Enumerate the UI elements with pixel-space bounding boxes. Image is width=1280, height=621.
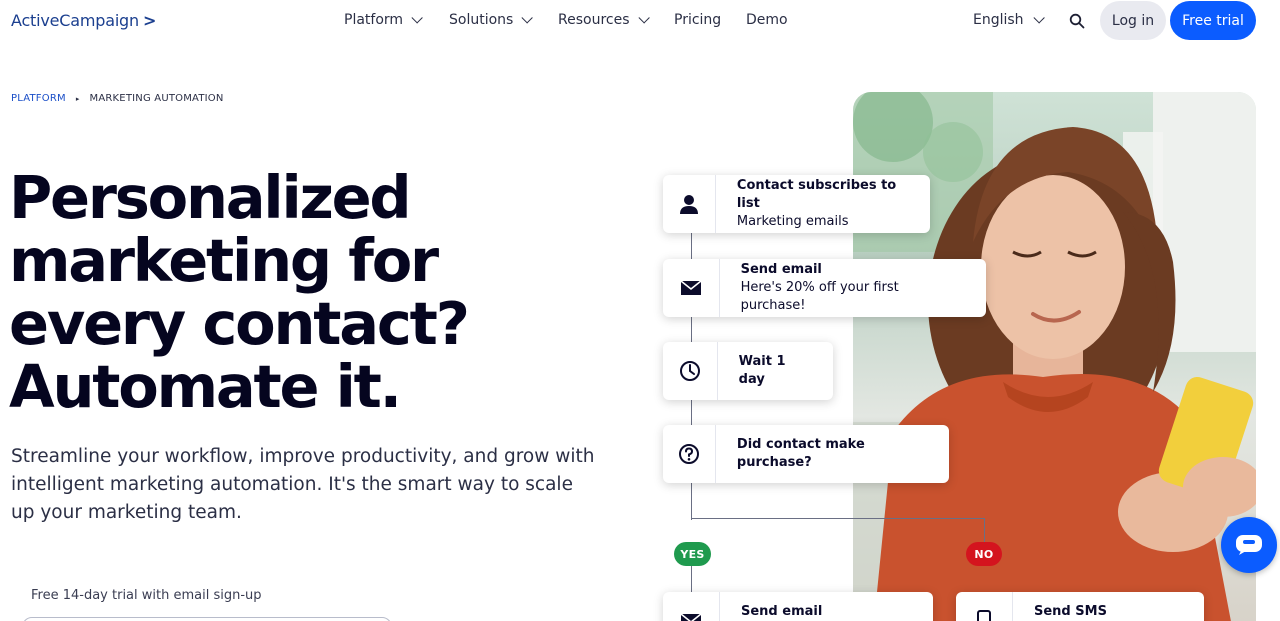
login-button[interactable]: Log in	[1100, 1, 1166, 40]
hero-subtitle: Streamline your workflow, improve produc…	[11, 446, 595, 523]
workflow-card-title: Wait 1 day	[738, 354, 786, 387]
woman-with-phone-illustration	[853, 92, 1256, 621]
workflow-card-title: Send email	[740, 262, 822, 277]
nav-solutions[interactable]: Solutions	[449, 12, 534, 28]
workflow-branch-line	[691, 518, 985, 519]
person-icon	[663, 175, 716, 233]
workflow-card-condition: Did contact make purchase?	[663, 425, 949, 483]
workflow-card-send-email: Send email Here's 20% off your first pur…	[663, 259, 986, 317]
workflow-card-send-sms: Send SMS	[956, 592, 1204, 621]
chevron-down-icon	[1033, 12, 1045, 24]
workflow-card-title: Send SMS	[1034, 604, 1107, 619]
nav-resources[interactable]: Resources	[558, 12, 650, 28]
hero-title: Personalized marketing for every contact…	[9, 163, 470, 421]
nav-demo[interactable]: Demo	[746, 12, 788, 28]
workflow-card-subscribe: Contact subscribes to list Marketing ema…	[663, 175, 930, 233]
envelope-icon	[663, 592, 720, 621]
activecampaign-logo[interactable]: ActiveCampaign >	[11, 11, 156, 30]
nav-platform[interactable]: Platform	[344, 12, 423, 28]
workflow-card-title: Did contact make purchase?	[736, 437, 865, 470]
nav-platform-label: Platform	[344, 12, 404, 28]
workflow-card-title: Send email	[741, 604, 823, 619]
chevron-down-icon	[411, 12, 423, 24]
chat-bubble-icon	[1236, 535, 1262, 555]
clock-icon	[663, 342, 718, 400]
breadcrumb-platform-link[interactable]: PLATFORM	[11, 93, 66, 104]
envelope-icon	[663, 259, 720, 317]
trial-note: Free 14-day trial with email sign-up	[31, 588, 262, 603]
hero-photo	[853, 92, 1256, 621]
nav-resources-label: Resources	[558, 12, 630, 28]
workflow-card-subtitle: Here's 20% off your first purchase!	[740, 280, 899, 313]
workflow-yes-connector	[691, 566, 692, 594]
chat-widget-button[interactable]	[1221, 517, 1277, 573]
chevron-down-icon	[637, 12, 650, 24]
phone-icon	[956, 592, 1013, 621]
logo-chevron-icon: >	[142, 11, 157, 30]
breadcrumb-separator-icon: ▸	[75, 94, 80, 103]
logo-text: ActiveCampaign	[11, 11, 139, 30]
nav-demo-label: Demo	[746, 12, 788, 28]
workflow-card-send-email-2: Send email	[663, 592, 933, 621]
nav-pricing-label: Pricing	[674, 12, 722, 28]
top-navigation: ActiveCampaign > Platform Solutions Reso…	[0, 0, 1280, 42]
search-icon[interactable]	[1069, 13, 1085, 29]
nav-solutions-label: Solutions	[449, 12, 514, 28]
language-selector[interactable]: English	[973, 12, 1045, 28]
language-label: English	[973, 12, 1024, 28]
chevron-down-icon	[521, 12, 534, 24]
breadcrumb-current: MARKETING AUTOMATION	[89, 93, 224, 104]
free-trial-button[interactable]: Free trial	[1170, 1, 1256, 40]
workflow-card-subtitle: Marketing emails	[736, 214, 849, 229]
question-icon	[663, 425, 716, 483]
workflow-card-title: Contact subscribes to list	[736, 178, 897, 211]
nav-pricing[interactable]: Pricing	[674, 12, 721, 28]
breadcrumb: PLATFORM ▸ MARKETING AUTOMATION	[11, 93, 224, 104]
workflow-card-wait: Wait 1 day	[663, 342, 833, 400]
yes-badge: YES	[674, 542, 711, 566]
no-badge: NO	[966, 542, 1002, 566]
email-signup-field[interactable]	[22, 617, 392, 621]
